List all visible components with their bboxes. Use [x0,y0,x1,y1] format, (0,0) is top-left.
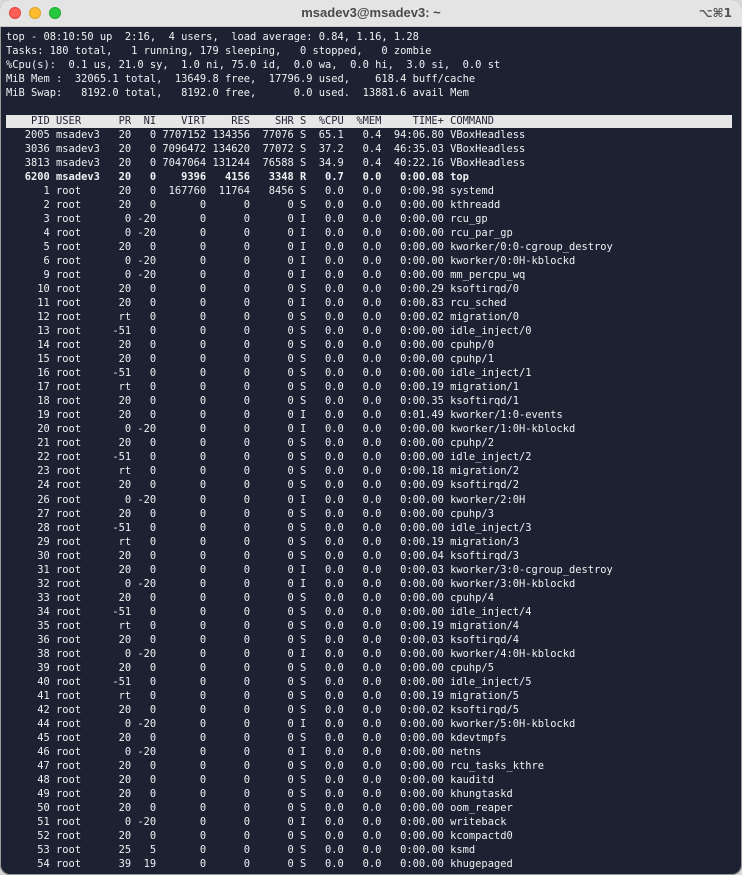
process-row: 50 root 20 0 0 0 0 S 0.0 0.0 0:00.00 oom… [6,801,513,814]
summary-mem-line: MiB Mem : 32065.1 total, 13649.8 free, 1… [6,73,476,86]
process-row: 20 root 0 -20 0 0 0 I 0.0 0.0 0:00.00 kw… [6,423,576,436]
process-row: 31 root 20 0 0 0 0 I 0.0 0.0 0:00.03 kwo… [6,563,613,576]
process-row: 10 root 20 0 0 0 0 S 0.0 0.0 0:00.29 kso… [6,283,519,296]
process-row: 33 root 20 0 0 0 0 S 0.0 0.0 0:00.00 cpu… [6,591,494,604]
process-row: 6 root 0 -20 0 0 0 I 0.0 0.0 0:00.00 kwo… [6,255,576,268]
process-row: 1 root 20 0 167760 11764 8456 S 0.0 0.0 … [6,185,494,198]
process-row: 36 root 20 0 0 0 0 S 0.0 0.0 0:00.03 kso… [6,633,519,646]
process-row: 48 root 20 0 0 0 0 S 0.0 0.0 0:00.00 kau… [6,773,494,786]
terminal-content[interactable]: top - 08:10:50 up 2:16, 4 users, load av… [6,30,738,872]
process-row: 45 root 20 0 0 0 0 S 0.0 0.0 0:00.00 kde… [6,731,507,744]
process-row: 38 root 0 -20 0 0 0 I 0.0 0.0 0:00.00 kw… [6,647,576,660]
process-row: 21 root 20 0 0 0 0 S 0.0 0.0 0:00.00 cpu… [6,437,494,450]
process-row: 46 root 0 -20 0 0 0 I 0.0 0.0 0:00.00 ne… [6,745,482,758]
process-row: 2005 msadev3 20 0 7707152 134356 77076 S… [6,129,526,142]
process-row: 52 root 20 0 0 0 0 S 0.0 0.0 0:00.00 kco… [6,829,513,842]
process-row: 44 root 0 -20 0 0 0 I 0.0 0.0 0:00.00 kw… [6,717,576,730]
process-row: 2 root 20 0 0 0 0 S 0.0 0.0 0:00.00 kthr… [6,199,501,212]
process-row: 53 root 25 5 0 0 0 S 0.0 0.0 0:00.00 ksm… [6,843,476,856]
process-row: 13 root -51 0 0 0 0 S 0.0 0.0 0:00.00 id… [6,325,532,338]
process-row: 17 root rt 0 0 0 0 S 0.0 0.0 0:00.19 mig… [6,381,519,394]
process-row: 41 root rt 0 0 0 0 S 0.0 0.0 0:00.19 mig… [6,689,519,702]
process-row: 40 root -51 0 0 0 0 S 0.0 0.0 0:00.00 id… [6,675,532,688]
window-title: msadev3@msadev3: ~ [301,5,441,20]
process-row: 3 root 0 -20 0 0 0 I 0.0 0.0 0:00.00 rcu… [6,213,488,226]
process-list: 2005 msadev3 20 0 7707152 134356 77076 S… [6,128,738,871]
process-row: 14 root 20 0 0 0 0 S 0.0 0.0 0:00.00 cpu… [6,339,494,352]
process-row: 12 root rt 0 0 0 0 S 0.0 0.0 0:00.02 mig… [6,311,519,324]
process-row: 23 root rt 0 0 0 0 S 0.0 0.0 0:00.18 mig… [6,465,519,478]
process-row: 47 root 20 0 0 0 0 S 0.0 0.0 0:00.00 rcu… [6,759,544,772]
process-row: 5 root 20 0 0 0 0 I 0.0 0.0 0:00.00 kwor… [6,241,613,254]
process-row: 16 root -51 0 0 0 0 S 0.0 0.0 0:00.00 id… [6,367,532,380]
process-row: 4 root 0 -20 0 0 0 I 0.0 0.0 0:00.00 rcu… [6,227,513,240]
process-row: 32 root 0 -20 0 0 0 I 0.0 0.0 0:00.00 kw… [6,577,576,590]
title-bar: msadev3@msadev3: ~ ⌥⌘1 [0,0,742,27]
process-row: 27 root 20 0 0 0 0 S 0.0 0.0 0:00.00 cpu… [6,507,494,520]
process-row: 3813 msadev3 20 0 7047064 131244 76588 S… [6,157,526,170]
process-row: 18 root 20 0 0 0 0 S 0.0 0.0 0:00.35 kso… [6,395,519,408]
process-row: 54 root 39 19 0 0 0 S 0.0 0.0 0:00.00 kh… [6,857,513,870]
summary-cpu-line: %Cpu(s): 0.1 us, 21.0 sy, 1.0 ni, 75.0 i… [6,59,501,72]
process-row: 29 root rt 0 0 0 0 S 0.0 0.0 0:00.19 mig… [6,535,519,548]
process-row: 28 root -51 0 0 0 0 S 0.0 0.0 0:00.00 id… [6,521,532,534]
process-row: 34 root -51 0 0 0 0 S 0.0 0.0 0:00.00 id… [6,605,532,618]
process-row: 42 root 20 0 0 0 0 S 0.0 0.0 0:00.02 kso… [6,703,519,716]
process-row: 24 root 20 0 0 0 0 S 0.0 0.0 0:00.09 kso… [6,479,519,492]
summary-swap-line: MiB Swap: 8192.0 total, 8192.0 free, 0.0… [6,87,469,100]
process-table-header: PID USER PR NI VIRT RES SHR S %CPU %MEM … [6,115,732,129]
process-row: 22 root -51 0 0 0 0 S 0.0 0.0 0:00.00 id… [6,451,532,464]
process-row: 15 root 20 0 0 0 0 S 0.0 0.0 0:00.00 cpu… [6,353,494,366]
process-row: 26 root 0 -20 0 0 0 I 0.0 0.0 0:00.00 kw… [6,493,526,506]
process-row: 3036 msadev3 20 0 7096472 134620 77072 S… [6,143,526,156]
process-row: 39 root 20 0 0 0 0 S 0.0 0.0 0:00.00 cpu… [6,661,494,674]
process-row: 9 root 0 -20 0 0 0 I 0.0 0.0 0:00.00 mm_… [6,269,526,282]
process-row: 49 root 20 0 0 0 0 S 0.0 0.0 0:00.00 khu… [6,787,513,800]
window-shortcut-label: ⌥⌘1 [698,6,732,20]
process-row: 11 root 20 0 0 0 0 I 0.0 0.0 0:00.83 rcu… [6,297,507,310]
process-row: 6200 msadev3 20 0 9396 4156 3348 R 0.7 0… [6,171,469,184]
terminal-window: msadev3@msadev3: ~ ⌥⌘1 top - 08:10:50 up… [0,0,742,875]
summary-tasks-line: Tasks: 180 total, 1 running, 179 sleepin… [6,45,432,58]
summary-uptime-line: top - 08:10:50 up 2:16, 4 users, load av… [6,31,419,43]
process-row: 35 root rt 0 0 0 0 S 0.0 0.0 0:00.19 mig… [6,619,519,632]
process-row: 19 root 20 0 0 0 0 I 0.0 0.0 0:01.49 kwo… [6,409,563,422]
process-row: 30 root 20 0 0 0 0 S 0.0 0.0 0:00.04 kso… [6,549,519,562]
process-row: 51 root 0 -20 0 0 0 I 0.0 0.0 0:00.00 wr… [6,815,507,828]
